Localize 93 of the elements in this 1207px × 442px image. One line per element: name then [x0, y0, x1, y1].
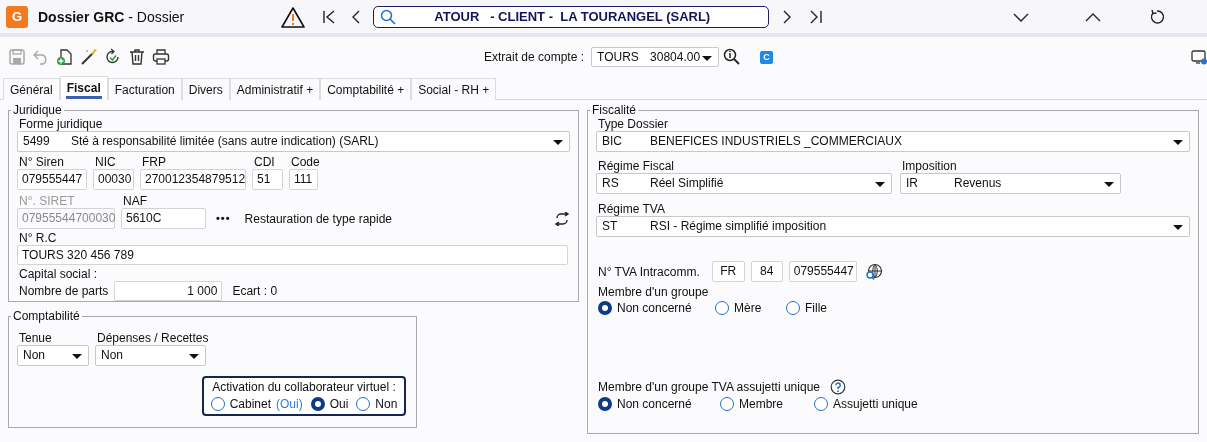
tab[interactable]: Facturation [107, 78, 182, 100]
input-field[interactable]: 00030 [93, 169, 134, 190]
input-field[interactable]: 079555447 [788, 261, 857, 282]
caret-icon [553, 140, 563, 145]
previous-icon[interactable] [351, 8, 362, 25]
input-field[interactable]: 84 [750, 261, 783, 282]
field-label: Capital social : [18, 267, 99, 281]
search-field[interactable]: ATOUR - CLIENT - LA TOURANGEL (SARL) [373, 5, 770, 28]
input-field[interactable]: 111 [289, 169, 318, 190]
field-label: FRP [141, 155, 167, 169]
field-label: N° TVA Intracomm. [597, 264, 700, 279]
window-title: Dossier GRC - Dossier [38, 8, 185, 25]
section-title: Fiscalité [591, 104, 637, 117]
caret-icon [1173, 225, 1183, 230]
search-icon[interactable] [380, 8, 397, 25]
help-icon[interactable] [830, 379, 846, 395]
next-icon[interactable] [782, 8, 793, 25]
printer-icon[interactable] [152, 48, 170, 66]
field-label: N° Siren [18, 155, 65, 169]
field-label: Tenue [18, 331, 53, 345]
tab[interactable]: Fiscal [59, 76, 108, 100]
field-label: Régime Fiscal [597, 159, 676, 173]
field-label: NAF [122, 194, 148, 208]
dropdown[interactable]: BIC BENEFICES INDUSTRIELS _COMMERCIAUX [596, 131, 1190, 152]
info-search-icon[interactable] [723, 48, 742, 66]
radio-button[interactable]: Membre [720, 397, 814, 411]
tab[interactable]: Social - RH + [411, 78, 497, 100]
radio-button[interactable]: Non [356, 397, 398, 411]
warning-icon [281, 5, 306, 28]
input-field[interactable]: 1 000 [114, 281, 223, 301]
last-icon[interactable] [809, 8, 824, 25]
tab[interactable]: Divers [181, 78, 230, 100]
tab[interactable]: Général [3, 78, 60, 100]
tab[interactable]: Administratif + [229, 78, 321, 100]
group-title: Activation du collaborateur virtuel : [211, 380, 397, 395]
ecart-text: Ecart : 0 [231, 284, 278, 298]
caret-icon [702, 56, 713, 61]
field-label: Imposition [901, 159, 958, 173]
dropdown[interactable]: Non [95, 345, 206, 366]
radio-button[interactable]: Cabinet (Oui) [210, 397, 303, 411]
field-label: N°. SIRET [18, 194, 76, 208]
radio-button[interactable]: Oui [310, 397, 349, 411]
chevron-down-icon[interactable] [1013, 11, 1030, 22]
field-label: Dépenses / Recettes [96, 331, 209, 345]
field-label: Membre d'un groupe TVA assujetti unique [597, 380, 820, 394]
more-button[interactable]: ••• [216, 211, 231, 225]
input-field[interactable]: 270012354879512 [140, 169, 246, 190]
section-title: Juridique [12, 104, 63, 117]
caret-icon [189, 354, 199, 359]
display-settings-icon[interactable] [1191, 49, 1207, 65]
swap-icon[interactable] [554, 212, 570, 226]
input-field[interactable]: 51 [252, 169, 283, 190]
status-badge: C [760, 50, 773, 64]
field-label: N° R.C [18, 231, 58, 245]
caret-icon [1173, 140, 1183, 145]
field-label: Type Dossier [597, 117, 670, 131]
field-label: Régime TVA [597, 202, 666, 216]
app-logo: G [6, 5, 28, 28]
field-label: Code [290, 155, 320, 169]
trash-icon[interactable] [128, 48, 146, 66]
field-label: Membre d'un groupe [597, 285, 709, 299]
section-title: Comptabilité [12, 310, 81, 323]
refresh-icon[interactable] [1149, 8, 1166, 25]
field-label: Forme juridique [18, 117, 104, 131]
dropdown[interactable]: IR Revenus [900, 173, 1121, 194]
radio-button[interactable]: Non concerné [598, 397, 720, 411]
radio-button[interactable]: Assujetti unique [814, 397, 934, 411]
field-label: Extrait de compte : [484, 50, 585, 64]
input-field[interactable]: TOURS 320 456 789 [17, 245, 568, 265]
caret-icon [1104, 182, 1114, 187]
globe-search-icon[interactable] [864, 262, 883, 281]
dropdown[interactable]: Non [17, 345, 89, 366]
field-label: NIC [94, 155, 117, 169]
input-field[interactable]: 079555447 [17, 169, 87, 190]
magic-wand-icon[interactable] [80, 48, 98, 66]
refresh-icon[interactable] [104, 48, 122, 66]
naf-description: Restauration de type rapide [244, 212, 392, 226]
caret-icon [875, 182, 885, 187]
caret-icon [72, 354, 82, 359]
dropdown[interactable]: TOURS 30804.00 [591, 47, 720, 67]
field-label: Nombre de parts [18, 284, 109, 298]
field-label: CDI [253, 155, 276, 169]
radio-button[interactable]: Non concerné [598, 301, 715, 315]
input-field[interactable]: 5610C [121, 208, 206, 229]
dropdown[interactable]: ST RSI - Régime simplifié imposition [596, 216, 1190, 237]
radio-button[interactable]: Fille [786, 301, 846, 315]
input-field[interactable]: FR [711, 261, 745, 282]
new-document-icon[interactable] [56, 48, 74, 66]
dropdown[interactable]: 5499 Sté à responsabilité limitée (sans autre indication) (SARL) [17, 131, 570, 152]
dropdown[interactable]: RS Réel Simplifié [596, 173, 892, 194]
chevron-up-icon[interactable] [1085, 11, 1102, 22]
tab[interactable]: Comptabilité + [320, 78, 412, 100]
radio-button[interactable]: Mère [715, 301, 786, 315]
